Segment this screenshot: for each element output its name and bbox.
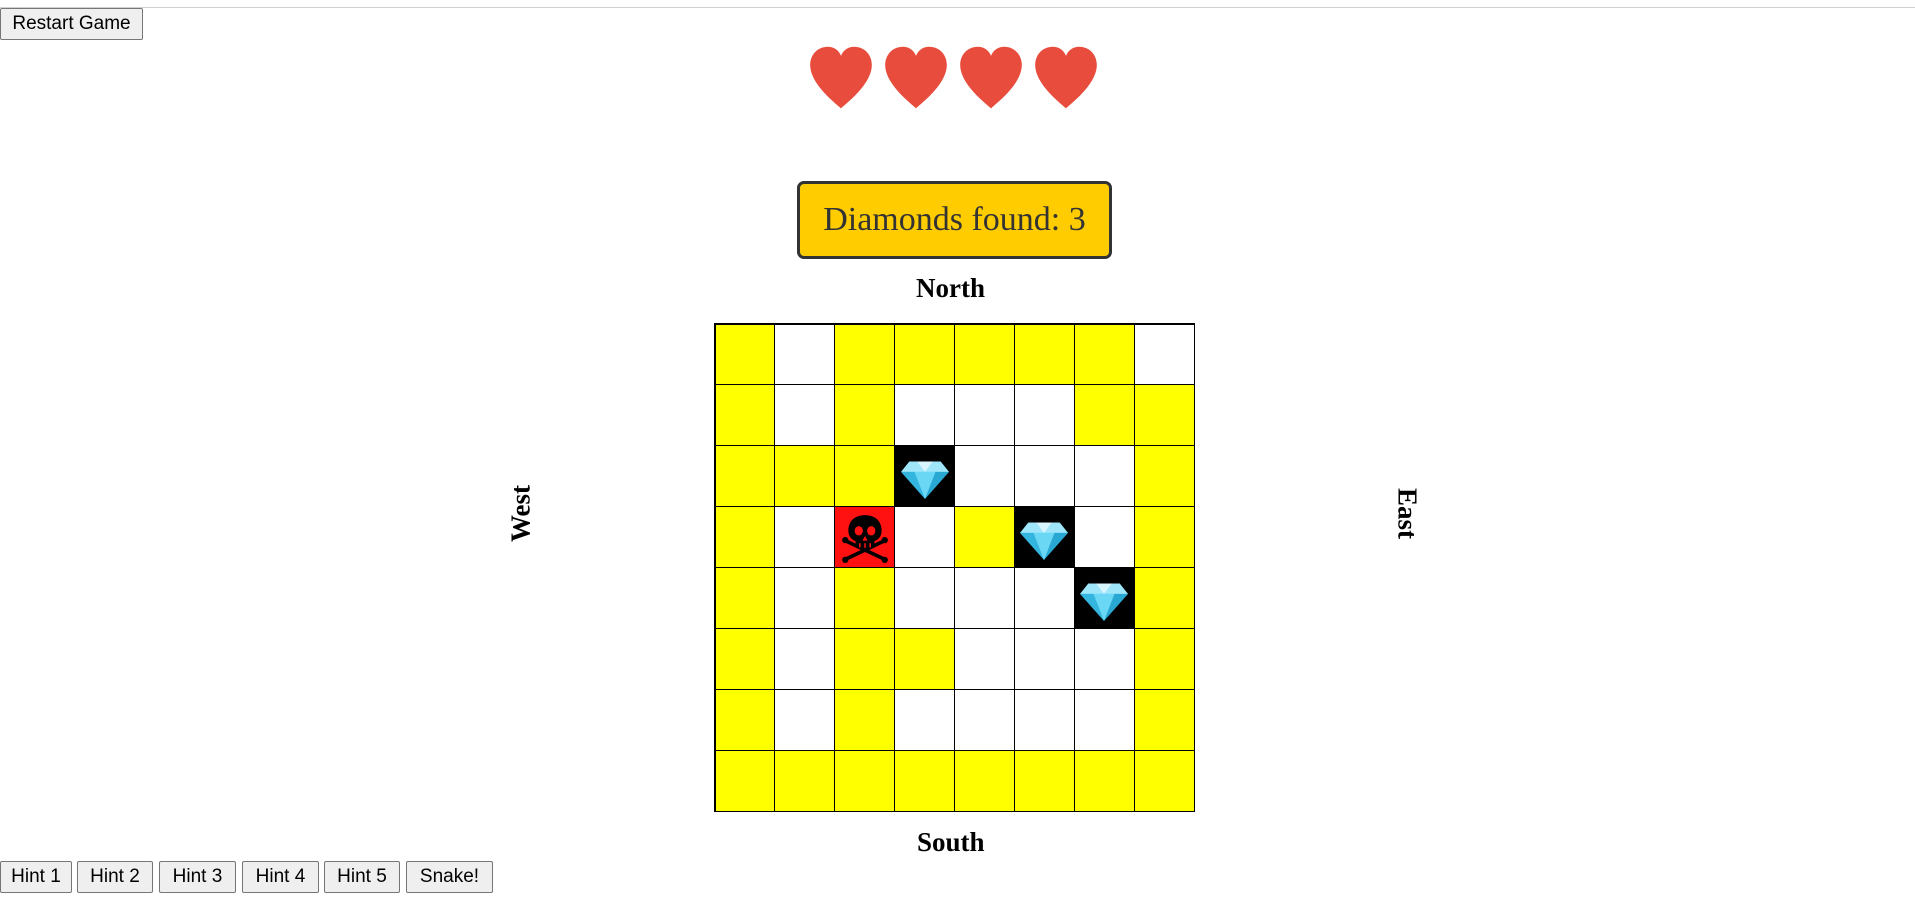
board-cell-3-6[interactable] (1073, 506, 1135, 568)
hint-3-button[interactable]: Hint 3 (159, 861, 236, 893)
board-cell-4-1[interactable] (774, 567, 836, 629)
board-cell-3-3[interactable] (894, 506, 955, 568)
board-cell-4-7[interactable] (1133, 567, 1195, 629)
board-cell-4-0[interactable] (714, 567, 776, 629)
hint-5-button[interactable]: Hint 5 (324, 861, 400, 893)
top-border (0, 0, 1915, 8)
board-cell-1-6[interactable] (1073, 384, 1135, 447)
board-cell-7-2[interactable] (834, 749, 896, 812)
heart-icon (810, 46, 872, 109)
board-cell-3-1[interactable] (774, 506, 836, 568)
board-cell-7-1[interactable] (774, 749, 836, 812)
board-cell-6-2[interactable] (834, 688, 896, 751)
board-cell-1-7[interactable] (1133, 384, 1195, 447)
board-cell-2-3[interactable] (894, 445, 955, 508)
board-cell-6-5[interactable] (1013, 688, 1075, 751)
board-cell-0-0[interactable] (714, 323, 776, 386)
board-cell-3-5[interactable] (1013, 506, 1075, 568)
north-label: North (916, 273, 985, 303)
board-cell-5-0[interactable] (714, 627, 776, 690)
board-cell-2-7[interactable] (1133, 445, 1195, 508)
board-cell-5-4[interactable] (954, 627, 1015, 690)
board-cell-2-0[interactable] (714, 445, 776, 508)
south-label: South (917, 827, 985, 857)
board-cell-1-4[interactable] (954, 384, 1015, 447)
hint-1-button[interactable]: Hint 1 (0, 861, 72, 893)
heart-icon (885, 46, 947, 109)
board-cell-6-7[interactable] (1133, 688, 1195, 751)
board-cell-6-4[interactable] (954, 688, 1015, 751)
board-cell-1-0[interactable] (714, 384, 776, 447)
heart-icon (1035, 46, 1097, 109)
heart-icon (960, 46, 1022, 109)
board-cell-7-4[interactable] (954, 749, 1015, 812)
board-cell-1-5[interactable] (1013, 384, 1075, 447)
east-label: East (1392, 487, 1423, 539)
board-cell-2-1[interactable] (774, 445, 836, 508)
board-cell-5-7[interactable] (1133, 627, 1195, 690)
board-cell-7-5[interactable] (1013, 749, 1075, 812)
west-label: West (505, 485, 536, 542)
lives-display (806, 44, 1106, 116)
board-cell-2-2[interactable] (834, 445, 896, 508)
board-cell-0-2[interactable] (834, 323, 896, 386)
skull-crossbones-icon (841, 515, 888, 564)
hint-2-button[interactable]: Hint 2 (77, 861, 153, 893)
board-cell-2-6[interactable] (1073, 445, 1135, 508)
board-cell-5-1[interactable] (774, 627, 836, 690)
board-cell-3-0[interactable] (714, 506, 776, 568)
board-cell-0-5[interactable] (1013, 323, 1075, 386)
board-cell-7-7[interactable] (1133, 749, 1195, 812)
board-cell-1-2[interactable] (834, 384, 896, 447)
board-cell-7-0[interactable] (714, 749, 776, 812)
diamond-icon (1020, 522, 1069, 560)
board-cell-6-0[interactable] (714, 688, 776, 751)
hint-4-button[interactable]: Hint 4 (242, 861, 319, 893)
board-cell-4-3[interactable] (894, 567, 955, 629)
board-cell-7-3[interactable] (894, 749, 955, 812)
board-cell-0-4[interactable] (954, 323, 1015, 386)
board-cell-3-2[interactable] (834, 506, 896, 568)
board-cell-6-1[interactable] (774, 688, 836, 751)
board-cell-0-1[interactable] (774, 323, 836, 386)
board-cell-2-4[interactable] (954, 445, 1015, 508)
board-cell-5-6[interactable] (1073, 627, 1135, 690)
board-cell-3-7[interactable] (1133, 506, 1195, 568)
game-board (714, 323, 1195, 812)
board-cell-4-6[interactable] (1073, 567, 1135, 629)
board-cell-5-3[interactable] (894, 627, 955, 690)
board-cell-5-5[interactable] (1013, 627, 1075, 690)
board-cell-5-2[interactable] (834, 627, 896, 690)
board-cell-1-1[interactable] (774, 384, 836, 447)
board-cell-6-6[interactable] (1073, 688, 1135, 751)
board-cell-4-4[interactable] (954, 567, 1015, 629)
board-cell-4-2[interactable] (834, 567, 896, 629)
board-cell-0-6[interactable] (1073, 323, 1135, 386)
board-cell-2-5[interactable] (1013, 445, 1075, 508)
diamonds-found-counter: Diamonds found: 3 (797, 181, 1112, 259)
snake-button[interactable]: Snake! (406, 861, 493, 893)
board-cell-0-3[interactable] (894, 323, 955, 386)
board-cell-7-6[interactable] (1073, 749, 1135, 812)
diamond-icon (1080, 583, 1129, 621)
board-cell-3-4[interactable] (954, 506, 1015, 568)
board-cell-4-5[interactable] (1013, 567, 1075, 629)
restart-game-button[interactable]: Restart Game (0, 8, 143, 40)
diamond-icon (900, 461, 949, 500)
board-cell-0-7[interactable] (1133, 323, 1195, 386)
board-cell-1-3[interactable] (894, 384, 955, 447)
board-cell-6-3[interactable] (894, 688, 955, 751)
